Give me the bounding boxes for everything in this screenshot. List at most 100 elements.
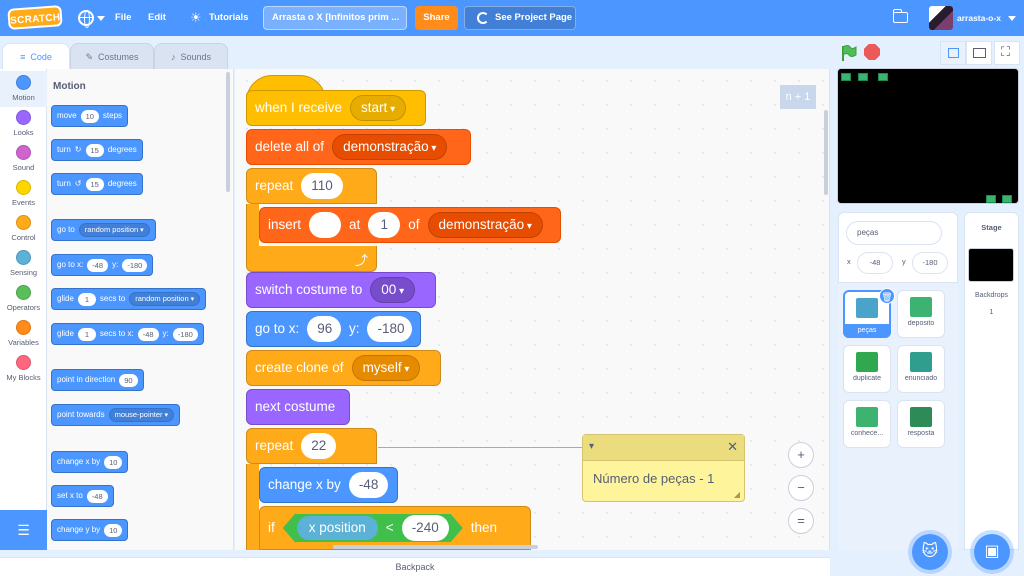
stop-icon[interactable] <box>864 44 880 60</box>
category-sensing[interactable]: Sensing <box>0 246 47 282</box>
palette-title: Motion <box>53 81 86 92</box>
tab-sounds[interactable]: ♪ Sounds <box>154 43 228 69</box>
backdrops-count: 1 <box>989 309 994 316</box>
if-then-block[interactable]: if x position < -240 then <box>259 506 531 550</box>
scratch-logo[interactable]: SCRATCH <box>7 5 63 30</box>
move-steps-block[interactable]: move 10 steps <box>51 105 129 127</box>
category-sound[interactable]: Sound <box>0 141 47 177</box>
category-variables[interactable]: Variables <box>0 316 47 352</box>
edit-menu[interactable]: Edit <box>148 0 166 36</box>
go-to-xy-block[interactable]: go to x: -48 y: -180 <box>51 254 154 276</box>
sprite-tile-conhece[interactable]: conhece... <box>843 400 891 448</box>
x-label: x <box>847 257 851 266</box>
category-control[interactable]: Control <box>0 211 47 247</box>
sprite-tile-enunciado[interactable]: enunciado <box>897 345 945 393</box>
add-extension-button[interactable]: ☰ <box>0 510 47 550</box>
tab-costumes[interactable]: ✎ Costumes <box>70 43 154 69</box>
chevron-down-icon[interactable] <box>97 16 105 21</box>
when-i-receive-block[interactable]: when I receive start <box>246 90 426 126</box>
switch-costume-block[interactable]: switch costume to 00 <box>246 272 436 308</box>
delete-sprite-icon[interactable]: 🗑 <box>879 288 895 304</box>
category-looks[interactable]: Looks <box>0 106 47 142</box>
avatar[interactable] <box>929 6 953 30</box>
insert-block[interactable]: insert at 1 of demonstração <box>259 207 561 243</box>
comment-header[interactable]: ▾ ✕ <box>583 435 744 461</box>
username[interactable]: arrasta-o-x <box>957 0 1001 36</box>
point-towards-block[interactable]: point towards mouse-pointer <box>51 404 181 426</box>
category-events[interactable]: Events <box>0 176 47 212</box>
y-input[interactable]: -180 <box>912 252 948 274</box>
zoom-out-button[interactable]: − <box>788 475 814 501</box>
palette-scrollbar[interactable] <box>226 72 230 192</box>
go-to-xy-block[interactable]: go to x: 96 y: -180 <box>246 311 421 347</box>
sprite-tile-duplicate[interactable]: duplicate <box>843 345 891 393</box>
green-flag-icon[interactable] <box>840 44 858 62</box>
sprite-name-input[interactable]: peças <box>846 221 942 245</box>
sprite-thumbnail <box>910 352 932 372</box>
stage-thumbnail[interactable] <box>968 248 1014 282</box>
my-blocks-dot-icon <box>16 355 31 370</box>
turn-right-block[interactable]: turn ↻ 15 degrees <box>51 139 143 161</box>
globe-icon[interactable] <box>78 10 94 28</box>
collapse-caret-icon[interactable]: ▾ <box>589 441 594 452</box>
comment-note[interactable]: ▾ ✕ Número de peças - 1 ◢ <box>582 434 745 502</box>
category-operators[interactable]: Operators <box>0 281 47 317</box>
fullscreen-button[interactable]: ⛶ <box>994 41 1020 65</box>
lightbulb-icon: ☀ <box>190 10 202 25</box>
glide-to-xy-block[interactable]: glide 1 secs to x: -48 y: -180 <box>51 323 204 345</box>
x-input[interactable]: -48 <box>857 252 893 274</box>
my-stuff-folder-icon[interactable] <box>893 9 908 23</box>
repeat-block[interactable]: repeat 22 <box>246 428 377 464</box>
set-x-block[interactable]: set x to -48 <box>51 485 114 507</box>
sprite-thumb-icon <box>986 195 996 203</box>
add-sprite-button[interactable]: 🐱 <box>912 534 948 570</box>
tab-code[interactable]: ≡ Code <box>2 43 70 69</box>
change-x-block[interactable]: change x by -48 <box>259 467 398 503</box>
rotate-right-icon: ↻ <box>74 145 82 154</box>
image-icon: ▣ <box>984 543 1000 560</box>
comment-text[interactable]: Número de peças - 1 <box>593 471 714 486</box>
go-to-block[interactable]: go to random position <box>51 219 156 241</box>
glide-to-block[interactable]: glide 1 secs to random position <box>51 288 207 310</box>
variables-dot-icon <box>16 320 31 335</box>
sprite-thumbnail <box>856 298 878 318</box>
zoom-in-button[interactable]: + <box>788 442 814 468</box>
point-in-direction-block[interactable]: point in direction 90 <box>51 369 144 391</box>
small-stage-button[interactable] <box>940 41 966 65</box>
backpack-bar[interactable]: Backpack <box>0 557 830 576</box>
x-position-reporter[interactable]: x position <box>297 516 378 540</box>
ghost-variable-label: n + 1 <box>780 85 816 109</box>
create-clone-block[interactable]: create clone of myself <box>246 350 441 386</box>
zoom-reset-button[interactable]: = <box>788 508 814 534</box>
add-backdrop-button[interactable]: ▣ <box>974 534 1010 570</box>
category-my-blocks[interactable]: My Blocks <box>0 351 47 387</box>
category-motion[interactable]: Motion <box>0 71 47 107</box>
delete-all-block[interactable]: delete all of demonstração <box>246 129 471 165</box>
repeat-block[interactable]: repeat 110 <box>246 168 377 204</box>
stage-title: Stage <box>981 223 1002 232</box>
horizontal-scrollbar[interactable] <box>333 545 538 549</box>
file-menu[interactable]: File <box>115 0 131 36</box>
change-x-block[interactable]: change x by 10 <box>51 451 129 473</box>
close-icon[interactable]: ✕ <box>727 439 738 455</box>
sprite-tile-resposta[interactable]: resposta <box>897 400 945 448</box>
chevron-down-icon[interactable] <box>1008 16 1016 21</box>
repeat-bottom: ⤴ <box>246 246 377 272</box>
y-label: y <box>902 257 906 266</box>
block-palette: Motion move 10 steps turn ↻ 15 degrees turn ↺ 1… <box>47 69 234 550</box>
large-stage-button[interactable] <box>966 41 992 65</box>
speaker-icon: ♪ <box>170 52 176 62</box>
sprite-thumb-icon <box>858 73 868 81</box>
vertical-scrollbar[interactable] <box>824 110 828 195</box>
resize-handle-icon[interactable]: ◢ <box>734 490 740 499</box>
next-costume-block[interactable]: next costume <box>246 389 350 425</box>
stage-canvas[interactable] <box>837 68 1019 204</box>
tutorials-menu[interactable]: Tutorials <box>209 0 248 36</box>
share-button[interactable]: Share <box>415 6 458 30</box>
turn-left-block[interactable]: turn ↺ 15 degrees <box>51 173 143 195</box>
project-title-input[interactable]: Arrasta o X [Infinitos prim ... <box>263 6 407 30</box>
change-y-block[interactable]: change y by 10 <box>51 519 129 541</box>
sprite-tile-deposito[interactable]: deposito <box>897 290 945 338</box>
less-than-operator[interactable]: x position < -240 <box>283 514 463 542</box>
comment-connector <box>378 447 582 448</box>
